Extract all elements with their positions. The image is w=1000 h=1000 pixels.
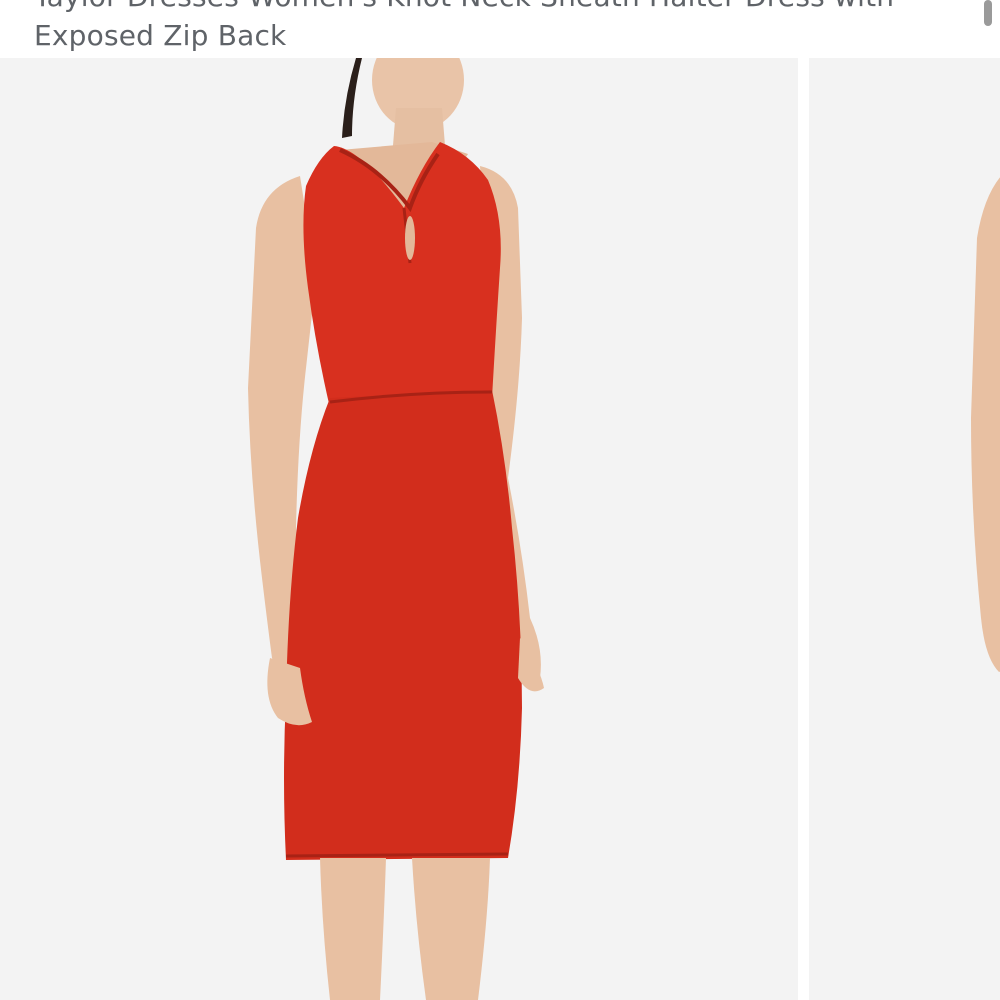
product-title-line-1: Taylor Dresses Women's Knot Neck Sheath … — [34, 0, 894, 13]
scroll-indicator[interactable] — [984, 0, 992, 26]
product-image-carousel[interactable] — [0, 58, 1000, 1000]
product-title-line-2: Exposed Zip Back — [34, 19, 287, 52]
product-title-header: Taylor Dresses Women's Knot Neck Sheath … — [0, 0, 1000, 58]
product-page: Taylor Dresses Women's Knot Neck Sheath … — [0, 0, 1000, 1000]
model-partial-image — [971, 177, 1000, 672]
model-in-red-dress-image — [248, 58, 544, 1000]
product-image-next[interactable] — [809, 58, 1000, 1000]
product-image-main[interactable] — [0, 58, 798, 1000]
